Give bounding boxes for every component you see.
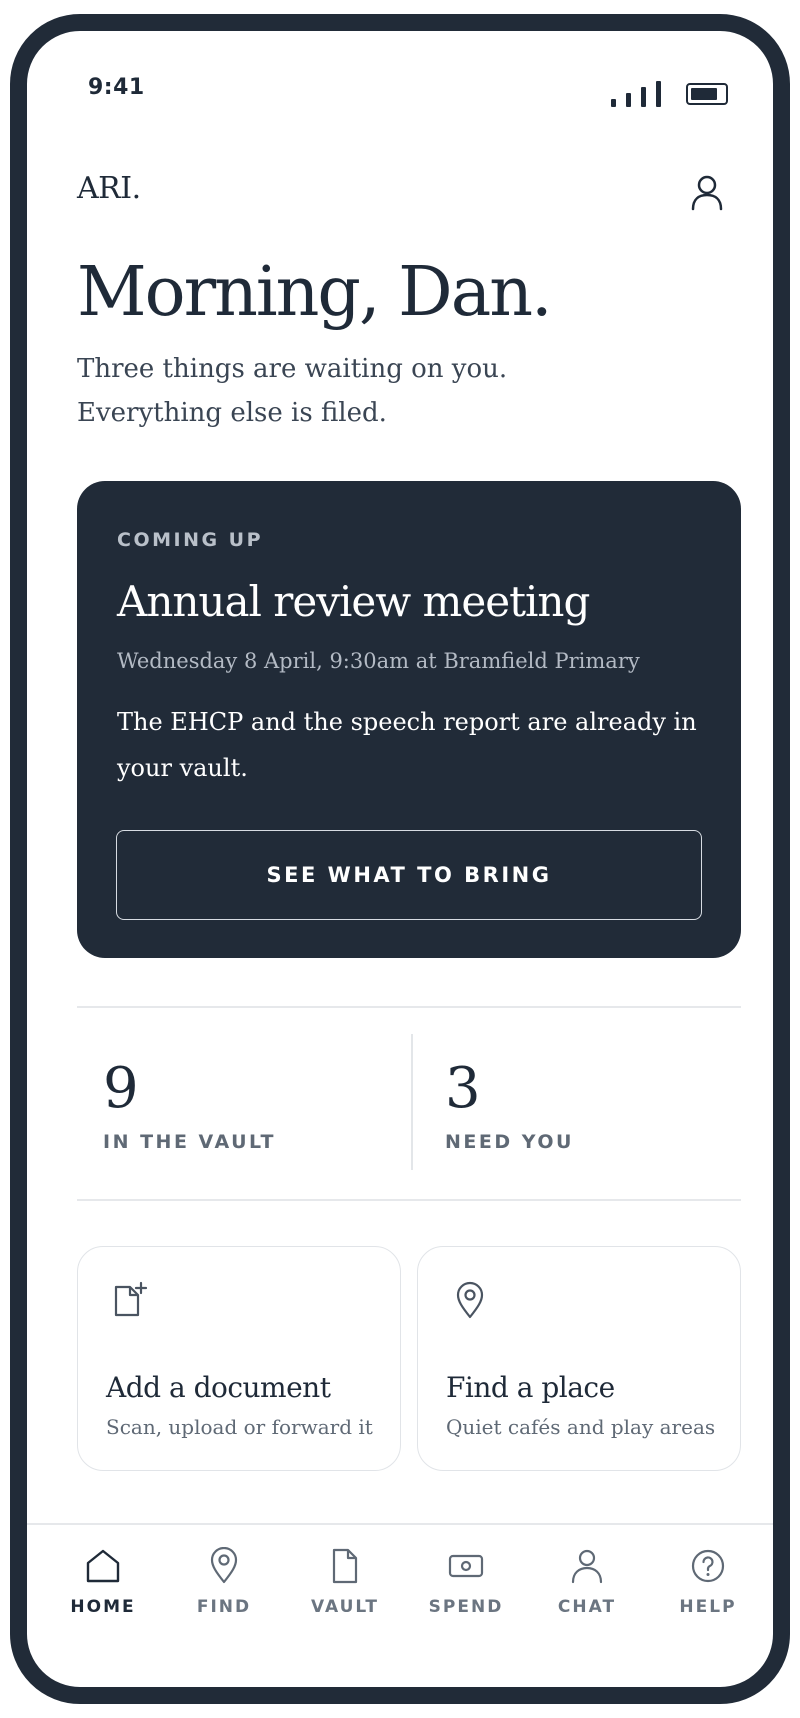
divider <box>77 1006 741 1008</box>
nav-item-spend[interactable]: SPEND <box>411 1547 521 1637</box>
home-icon <box>86 1549 120 1583</box>
phone-frame: 9:41 ARI. Morning, Dan. Three things are… <box>10 14 790 1704</box>
nav-label: HOME <box>70 1597 136 1617</box>
card-title: Annual review meeting <box>117 577 590 626</box>
add-document-tile[interactable]: Add a document Scan, upload or forward i… <box>77 1246 401 1471</box>
nav-label: HELP <box>679 1597 737 1617</box>
tile-title: Add a document <box>106 1371 331 1404</box>
greeting-subtitle: Three things are waiting on you. Everyth… <box>77 354 508 428</box>
person-icon <box>691 175 723 211</box>
map-pin-icon <box>210 1547 238 1584</box>
card-body: The EHCP and the speech report are alrea… <box>117 708 697 782</box>
help-icon <box>691 1549 725 1583</box>
map-pin-icon <box>456 1281 484 1319</box>
stat-divider <box>411 1034 413 1170</box>
nav-label: SPEND <box>428 1597 504 1617</box>
nav-item-find[interactable]: FIND <box>169 1547 279 1637</box>
find-place-tile[interactable]: Find a place Quiet cafés and play areas <box>417 1246 741 1471</box>
nav-label: FIND <box>196 1597 252 1617</box>
battery-icon <box>686 83 728 105</box>
stat-need-you-label: NEED YOU <box>445 1131 574 1153</box>
card-eyebrow: COMING UP <box>117 529 264 551</box>
nav-item-help[interactable]: HELP <box>653 1547 763 1637</box>
stat-need-you-count: 3 <box>445 1056 481 1121</box>
coming-up-card: COMING UP Annual review meeting Wednesda… <box>77 481 741 958</box>
nav-item-vault[interactable]: VAULT <box>290 1547 400 1637</box>
divider <box>77 1199 741 1201</box>
nav-divider <box>27 1523 773 1525</box>
brand-logo: ARI. <box>77 171 141 206</box>
greeting-title: Morning, Dan. <box>77 253 553 332</box>
see-what-to-bring-button[interactable]: SEE WHAT TO BRING <box>116 830 702 920</box>
tile-title: Find a place <box>446 1371 615 1404</box>
person-icon <box>571 1549 603 1584</box>
nav-label: CHAT <box>557 1597 617 1617</box>
document-icon <box>332 1548 358 1584</box>
document-add-icon <box>114 1281 148 1317</box>
nav-label: VAULT <box>310 1597 380 1617</box>
stat-vault-count: 9 <box>103 1056 139 1121</box>
signal-icon <box>611 81 661 107</box>
status-time: 9:41 <box>88 75 145 100</box>
tile-subtitle: Scan, upload or forward it <box>106 1415 373 1439</box>
tile-subtitle: Quiet cafés and play areas <box>446 1415 716 1439</box>
nav-item-home[interactable]: HOME <box>48 1547 158 1637</box>
nav-item-chat[interactable]: CHAT <box>532 1547 642 1637</box>
card-when: Wednesday 8 April, 9:30am at Bramfield P… <box>117 649 640 673</box>
profile-button[interactable] <box>687 171 727 215</box>
money-icon <box>448 1554 484 1578</box>
stat-vault-label: IN THE VAULT <box>103 1131 276 1153</box>
